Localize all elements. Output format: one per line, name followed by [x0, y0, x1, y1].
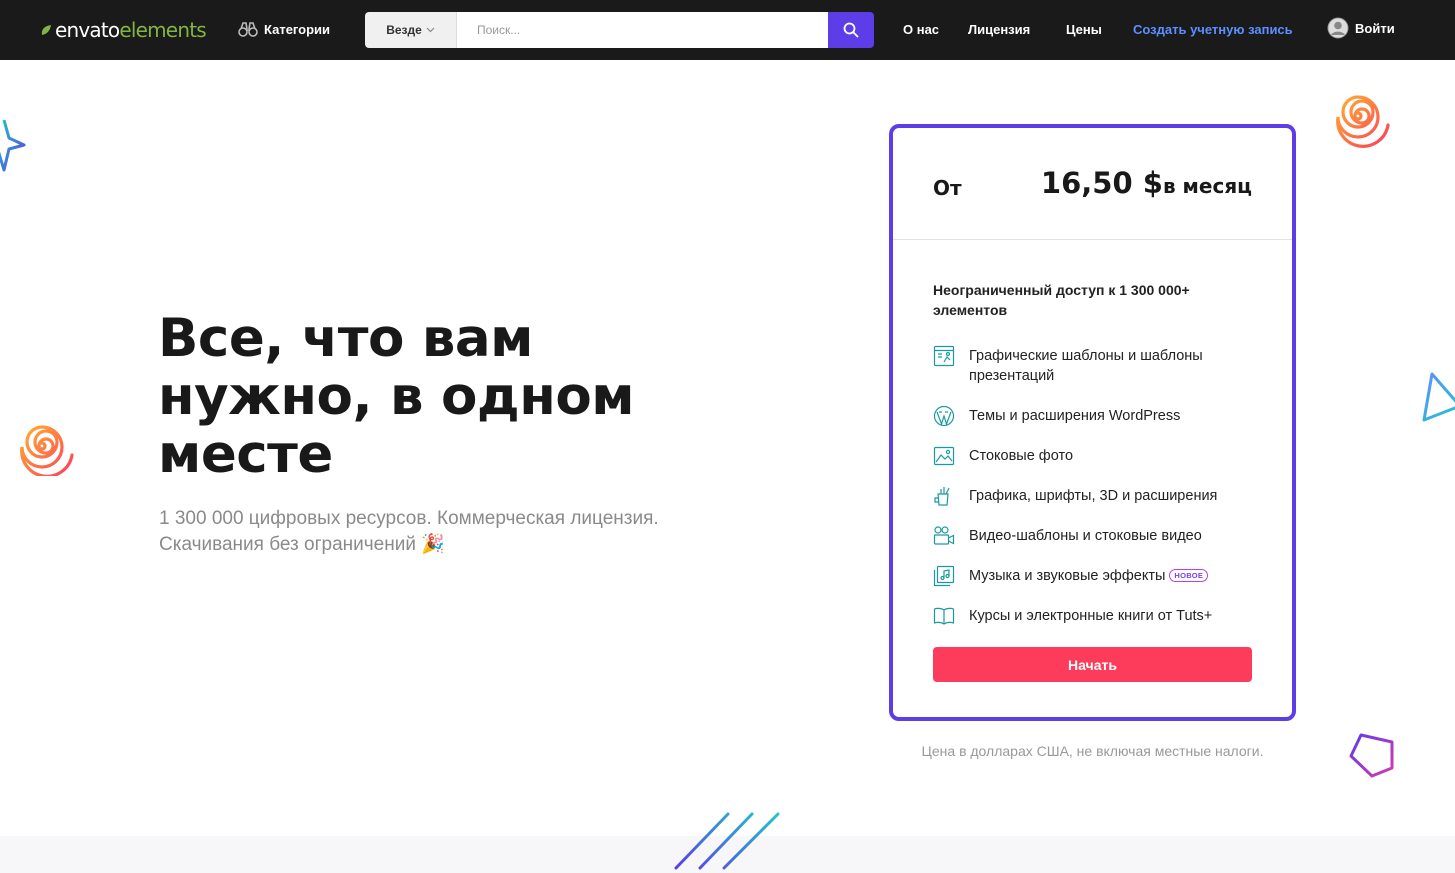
feature-item: Видео-шаблоны и стоковые видео: [933, 526, 1253, 547]
nav-about-link[interactable]: О нас: [903, 22, 939, 37]
search-icon: [843, 22, 859, 38]
price-note: Цена в долларах США, не включая местные …: [921, 743, 1264, 759]
logo-text-elements: elements: [119, 18, 206, 42]
login-button[interactable]: Войти: [1327, 17, 1395, 39]
price-period: в месяц: [1162, 174, 1252, 198]
feature-label: Темы и расширения WordPress: [969, 408, 1181, 424]
price-from-label: От: [933, 176, 962, 200]
leaf-icon: [41, 25, 51, 35]
login-label: Войти: [1355, 20, 1395, 36]
price-value: 16,50 $в месяц: [1041, 166, 1252, 200]
video-icon: [933, 526, 955, 545]
pentagon-decoration-icon: [1349, 733, 1394, 778]
pricing-intro: Неограниченный доступ к 1 300 000+ элеме…: [933, 282, 1190, 318]
logo-text-envato: envato: [55, 18, 120, 42]
book-icon: [933, 607, 955, 625]
feature-label: Графика, шрифты, 3D и расширения: [969, 488, 1218, 504]
feature-item: Темы и расширения WordPress: [933, 405, 1253, 427]
feature-label-text: Музыка и звуковые эффекты: [969, 568, 1166, 584]
hero-subtitle-line2: Скачивания без ограничений: [159, 534, 416, 555]
feature-label: Музыка и звуковые эффекты НОВОЕ: [969, 566, 1209, 587]
create-account-link[interactable]: Создать учетную запись: [1133, 22, 1293, 37]
chevron-down-icon: [426, 27, 435, 33]
pricing-card: От 16,50 $в месяц Неограниченный доступ …: [889, 124, 1296, 721]
new-badge: НОВОЕ: [1169, 569, 1209, 582]
spiral-decoration-icon: [1336, 95, 1390, 148]
nav-pricing-link[interactable]: Цены: [1066, 22, 1102, 37]
start-button[interactable]: Начать: [933, 647, 1252, 682]
template-icon: [933, 345, 955, 367]
hero-subtitle-line1: 1 300 000 цифровых ресурсов. Коммерческа…: [159, 508, 659, 529]
search-input[interactable]: [457, 12, 828, 48]
envato-elements-logo[interactable]: envato elements: [40, 18, 207, 42]
feature-item: Стоковые фото: [933, 446, 1253, 467]
hero-title: Все, что вам нужно, в одном месте: [158, 308, 635, 485]
nav-license-link[interactable]: Лицензия: [968, 22, 1030, 37]
search-bar: Везде: [365, 12, 874, 48]
feature-label: Видео-шаблоны и стоковые видео: [969, 528, 1202, 544]
feature-item: Курсы и электронные книги от Tuts+: [933, 606, 1253, 627]
stripes-decoration-icon: [674, 812, 780, 870]
party-popper-icon: 🎉: [421, 534, 445, 555]
feature-item: Графика, шрифты, 3D и расширения: [933, 486, 1253, 507]
search-scope-select[interactable]: Везде: [365, 12, 457, 48]
wordpress-icon: [933, 405, 955, 427]
price-amount: 16,50 $: [1040, 166, 1163, 200]
spiral-decoration-icon: [20, 425, 74, 476]
feature-label: Стоковые фото: [969, 448, 1074, 464]
binoculars-icon: [238, 22, 258, 37]
feature-item: Музыка и звуковые эффекты НОВОЕ: [933, 565, 1253, 587]
categories-button[interactable]: Категории: [238, 21, 330, 37]
feature-label: Графические шаблоны и шаблоны презентаци…: [969, 348, 1203, 384]
pricing-card-header: От 16,50 $в месяц: [893, 128, 1292, 240]
music-icon: [933, 565, 955, 587]
feature-item: Графические шаблоны и шаблоны презентаци…: [933, 345, 1253, 386]
search-scope-value: Везде: [386, 23, 422, 37]
user-avatar-icon: [1327, 17, 1349, 39]
graphics-icon: [934, 487, 950, 506]
categories-label: Категории: [264, 21, 331, 37]
hero-subtitle: 1 300 000 цифровых ресурсов. Коммерческа…: [159, 506, 719, 558]
top-navigation-bar: envatoelements Категории Везде О нас Лиц…: [0, 0, 1455, 60]
photo-icon: [933, 446, 955, 466]
star-decoration-icon: [0, 119, 26, 172]
feature-label: Курсы и электронные книги от Tuts+: [969, 608, 1213, 624]
triangle-decoration-icon: [1422, 372, 1455, 422]
search-button[interactable]: [828, 12, 874, 48]
